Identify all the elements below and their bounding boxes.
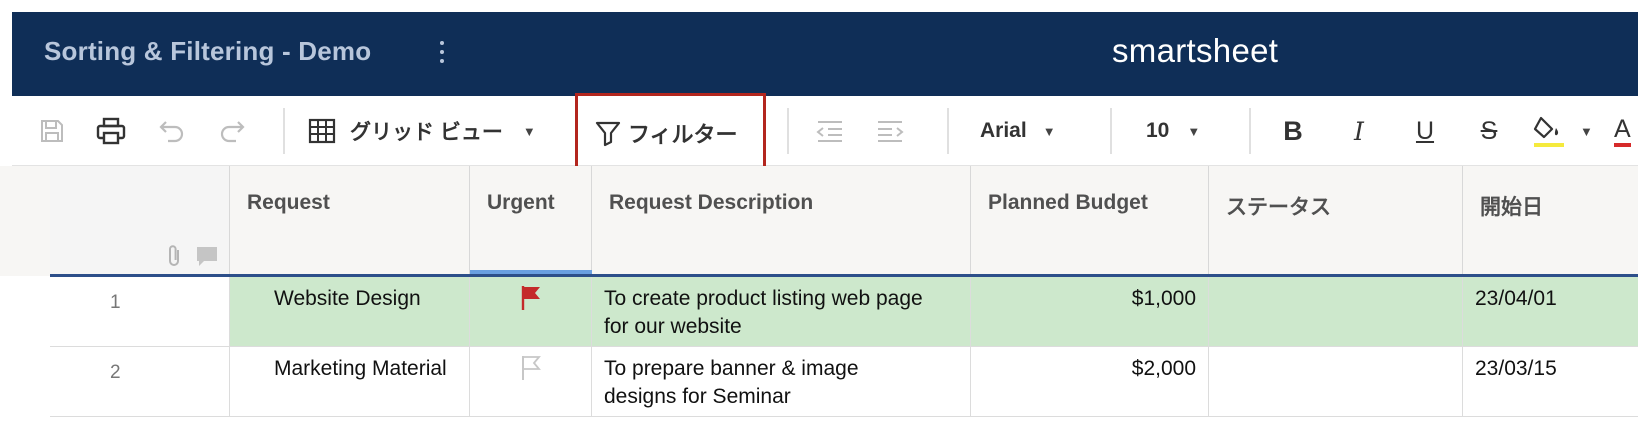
toolbar-separator xyxy=(1110,108,1112,154)
column-header-status[interactable]: ステータス xyxy=(1209,166,1463,276)
chevron-down-icon: ▼ xyxy=(1042,123,1056,139)
cell-request[interactable]: Website Design xyxy=(230,277,470,346)
bold-icon[interactable]: B xyxy=(1276,112,1310,150)
cell-budget[interactable]: $1,000 xyxy=(971,277,1209,346)
sheet-menu-icon[interactable] xyxy=(436,38,448,66)
cell-urgent[interactable] xyxy=(470,277,592,346)
cell-status[interactable] xyxy=(1209,277,1463,346)
italic-icon[interactable]: I xyxy=(1342,112,1376,150)
toolbar: グリッド ビュー ▼ フィルター Arial ▼ 10 ▼ B I U S ▼ … xyxy=(12,93,1638,173)
toolbar-separator xyxy=(1249,108,1251,154)
toolbar-separator xyxy=(947,108,949,154)
font-size-value: 10 xyxy=(1146,119,1170,142)
fill-color-button[interactable]: ▼ xyxy=(1532,112,1602,150)
cell-start-date[interactable]: 23/03/15 xyxy=(1463,347,1638,416)
print-icon[interactable] xyxy=(94,112,128,150)
view-selector[interactable]: グリッド ビュー ▼ xyxy=(308,112,558,150)
strikethrough-icon[interactable]: S xyxy=(1472,112,1506,150)
table-row[interactable]: 2 Marketing Material To prepare banner &… xyxy=(50,347,1638,417)
font-family-value: Arial xyxy=(980,119,1027,142)
undo-icon[interactable] xyxy=(156,112,188,150)
cell-urgent[interactable] xyxy=(470,347,592,416)
column-header-description[interactable]: Request Description xyxy=(592,166,971,276)
save-icon[interactable] xyxy=(36,112,68,150)
redo-icon[interactable] xyxy=(216,112,248,150)
font-family-select[interactable]: Arial ▼ xyxy=(980,112,1090,150)
cell-status[interactable] xyxy=(1209,347,1463,416)
chevron-down-icon: ▼ xyxy=(1187,123,1201,139)
column-header-request[interactable]: Request xyxy=(230,166,470,276)
filter-icon xyxy=(594,119,622,147)
smartsheet-app: Sorting & Filtering - Demo smartsheet グリ… xyxy=(0,0,1638,430)
row-header-corner xyxy=(50,166,230,276)
row-number-cell[interactable]: 1 xyxy=(50,277,230,346)
cell-start-date[interactable]: 23/04/01 xyxy=(1463,277,1638,346)
text-color-button[interactable]: A xyxy=(1614,112,1638,150)
flag-outline-icon[interactable] xyxy=(520,355,542,389)
table-row[interactable]: 1 Website Design To create product listi… xyxy=(50,277,1638,347)
flag-icon[interactable] xyxy=(520,285,542,319)
filter-button[interactable]: フィルター xyxy=(575,93,766,173)
font-size-select[interactable]: 10 ▼ xyxy=(1146,112,1226,150)
grid-icon xyxy=(308,118,336,144)
attachment-icon xyxy=(166,244,184,273)
indent-icon[interactable] xyxy=(874,112,908,150)
column-header-start-date[interactable]: 開始日 xyxy=(1463,166,1638,276)
outdent-icon[interactable] xyxy=(812,112,846,150)
cell-description[interactable]: To prepare banner & image designs for Se… xyxy=(592,347,971,416)
column-header-row: Request Urgent Request Description Plann… xyxy=(0,166,1638,276)
toolbar-separator xyxy=(283,108,285,154)
sheet-title[interactable]: Sorting & Filtering - Demo xyxy=(44,36,371,67)
chevron-down-icon: ▼ xyxy=(522,123,536,139)
cell-budget[interactable]: $2,000 xyxy=(971,347,1209,416)
view-label: グリッド ビュー xyxy=(350,121,503,144)
fill-color-icon xyxy=(1532,114,1566,148)
column-header-urgent[interactable]: Urgent xyxy=(470,166,592,276)
cell-request[interactable]: Marketing Material xyxy=(230,347,470,416)
cell-description[interactable]: To create product listing web page for o… xyxy=(592,277,971,346)
filter-label: フィルター xyxy=(628,122,738,147)
row-number-cell[interactable]: 2 xyxy=(50,347,230,416)
text-color-icon: A xyxy=(1614,115,1631,147)
sheet-header: Sorting & Filtering - Demo smartsheet xyxy=(12,12,1638,96)
chevron-down-icon: ▼ xyxy=(1580,123,1593,139)
toolbar-separator xyxy=(787,108,789,154)
underline-icon[interactable]: U xyxy=(1408,112,1442,150)
column-header-budget[interactable]: Planned Budget xyxy=(971,166,1209,276)
comment-icon xyxy=(196,246,218,273)
smartsheet-logo: smartsheet xyxy=(1112,32,1279,69)
